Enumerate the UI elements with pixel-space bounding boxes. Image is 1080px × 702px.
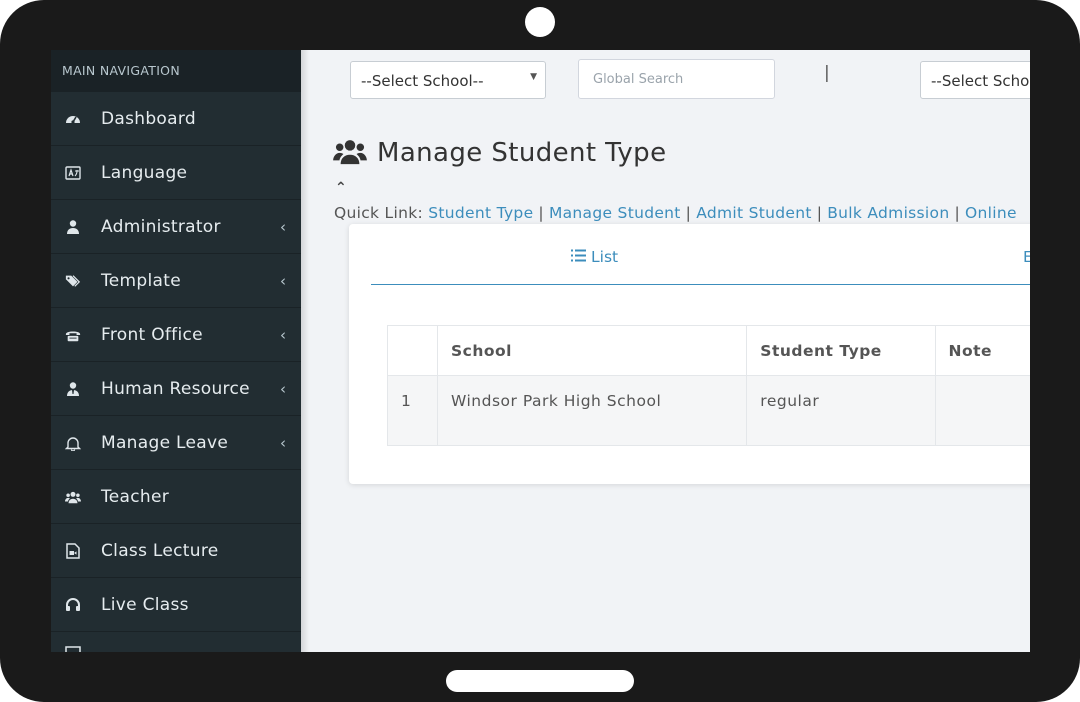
fax-icon — [65, 327, 81, 343]
cell-student-type: regular — [746, 375, 936, 446]
page-title-text: Manage Student Type — [377, 138, 667, 168]
home-button[interactable] — [446, 670, 634, 692]
quick-link-admit-student[interactable]: Admit Student — [696, 204, 812, 222]
sidebar-item-label: Teacher — [101, 486, 170, 507]
column-header-school: School — [436, 325, 748, 376]
cell-note — [934, 375, 1030, 446]
cell-school: Windsor Park High School — [436, 375, 748, 446]
quick-link-label: Quick Link: — [334, 204, 424, 222]
user-tie-icon — [65, 381, 81, 397]
school-select-2-value: --Select Scho — [931, 72, 1030, 90]
sidebar-item-manage-leave[interactable]: Manage Leave ‹ — [51, 415, 301, 469]
sidebar-item-label: Front Office — [101, 324, 203, 345]
sidebar-item-label: Dashboard — [101, 108, 196, 129]
caret-down-icon: ▼ — [530, 72, 537, 82]
school-select[interactable]: --Select School-- ▼ — [350, 61, 546, 99]
sidebar-item-human-resource[interactable]: Human Resource ‹ — [51, 361, 301, 415]
sidebar-item-label: Live Class — [101, 594, 189, 615]
sidebar-item-label: Manage Leave — [101, 432, 229, 453]
separator: | — [538, 204, 544, 222]
separator: | — [816, 204, 823, 222]
sidebar-item-language[interactable]: Language — [51, 145, 301, 199]
page-title: Manage Student Type — [333, 136, 666, 170]
tab-add[interactable]: E — [1023, 248, 1030, 266]
quick-link-online[interactable]: Online — [965, 204, 1017, 222]
sidebar-item-teacher[interactable]: Teacher — [51, 469, 301, 523]
tab-list[interactable]: List — [571, 248, 618, 266]
table-header-row: School Student Type Note — [387, 325, 1030, 376]
chevron-left-icon: ‹ — [280, 325, 286, 344]
tablet-frame: MAIN NAVIGATION Dashboard Language Admin… — [0, 0, 1080, 702]
sidebar-header: MAIN NAVIGATION — [51, 50, 301, 91]
separator: | — [954, 204, 960, 222]
user-icon — [65, 219, 81, 235]
dashboard-icon — [65, 111, 81, 127]
tab-underline — [371, 284, 1030, 285]
school-select-2[interactable]: --Select Scho — [920, 61, 1030, 99]
sidebar-item-template[interactable]: Template ‹ — [51, 253, 301, 307]
sidebar: MAIN NAVIGATION Dashboard Language Admin… — [51, 50, 301, 652]
topbar-divider: | — [824, 63, 830, 83]
users-icon — [333, 136, 367, 170]
sidebar-item-label: Administrator — [101, 216, 221, 237]
column-header-note: Note — [934, 325, 1030, 376]
sidebar-item-label: Human Resource — [101, 378, 250, 399]
school-select-value: --Select School-- — [361, 72, 484, 90]
content-panel: List E School Student Type Note 1 Windso… — [349, 224, 1030, 484]
quick-links: Quick Link: Student Type | Manage Student |… — [334, 204, 1017, 222]
bell-icon — [65, 435, 81, 451]
chevron-up-icon[interactable]: ⌃ — [335, 180, 347, 196]
data-table: School Student Type Note 1 Windsor Park … — [387, 325, 1030, 446]
separator: | — [685, 204, 692, 222]
sidebar-item-label: Class Lecture — [101, 540, 219, 561]
screen: MAIN NAVIGATION Dashboard Language Admin… — [51, 50, 1030, 652]
sidebar-item-front-office[interactable]: Front Office ‹ — [51, 307, 301, 361]
list-icon — [571, 249, 586, 266]
quick-link-manage-student[interactable]: Manage Student — [549, 204, 681, 222]
tags-icon — [65, 273, 81, 289]
language-icon — [65, 165, 81, 181]
chevron-left-icon: ‹ — [280, 217, 286, 236]
camera — [525, 7, 555, 37]
headphones-icon — [65, 597, 81, 613]
quick-link-bulk-admission[interactable]: Bulk Admission — [827, 204, 949, 222]
sidebar-item-live-class[interactable]: Live Class — [51, 577, 301, 631]
chevron-left-icon: ‹ — [280, 271, 286, 290]
cell-number: 1 — [387, 375, 438, 446]
sidebar-item-dashboard[interactable]: Dashboard — [51, 91, 301, 145]
partial-icon — [65, 646, 81, 652]
chevron-left-icon: ‹ — [280, 433, 286, 452]
column-header-number — [387, 325, 438, 376]
tab-list-label: List — [591, 248, 619, 266]
file-video-icon — [65, 542, 81, 559]
sidebar-item-administrator[interactable]: Administrator ‹ — [51, 199, 301, 253]
table-row: 1 Windsor Park High School regular — [387, 375, 1030, 446]
main-content: --Select School-- ▼ Global Search | --Se… — [301, 50, 1030, 652]
users-icon — [65, 489, 81, 505]
column-header-student-type: Student Type — [746, 325, 936, 376]
global-search-input[interactable]: Global Search — [578, 59, 775, 99]
sidebar-item-label: Template — [101, 270, 181, 291]
quick-link-student-type[interactable]: Student Type — [428, 204, 533, 222]
sidebar-item-class-lecture[interactable]: Class Lecture — [51, 523, 301, 577]
chevron-left-icon: ‹ — [280, 379, 286, 398]
sidebar-item-partial[interactable] — [51, 631, 301, 652]
sidebar-item-label: Language — [101, 162, 188, 183]
